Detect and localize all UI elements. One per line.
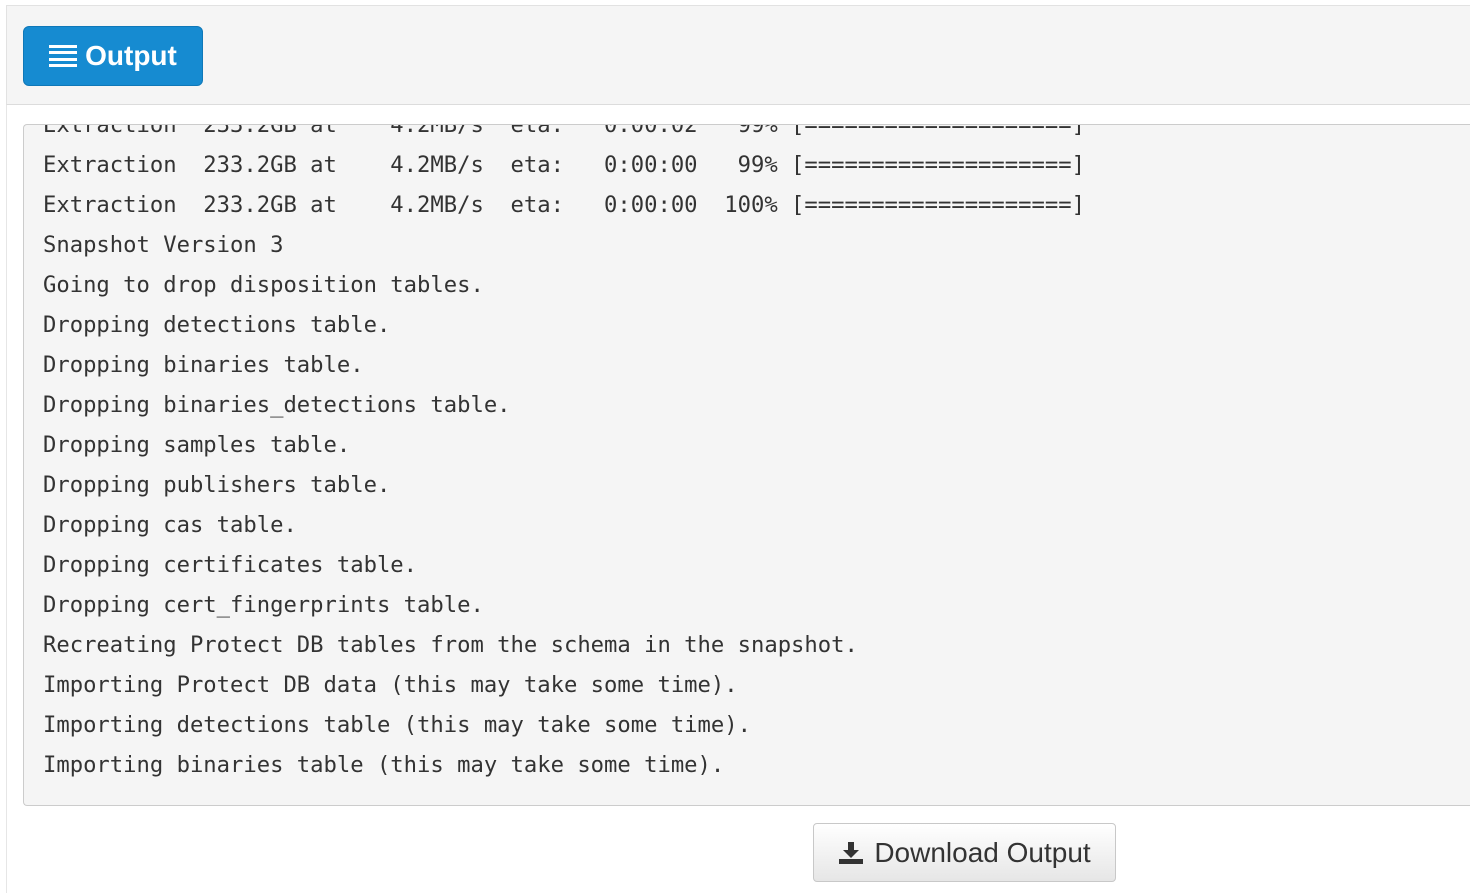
log-line: Extraction 233.2GB at 4.2MB/s eta: 0:00:…: [43, 152, 1085, 178]
output-page: Output Extraction 233.2GB at 4.2MB/s eta…: [0, 0, 1470, 893]
log-line: Going to drop disposition tables.: [43, 272, 484, 298]
log-line: Dropping binaries table.: [43, 352, 364, 378]
log-line: Extraction 233.2GB at 4.2MB/s eta: 0:00:…: [43, 192, 1085, 218]
download-icon: [838, 841, 864, 865]
output-button[interactable]: Output: [23, 26, 203, 86]
log-line: Dropping samples table.: [43, 432, 351, 458]
log-line: Recreating Protect DB tables from the sc…: [43, 632, 858, 658]
log-line: Importing Protect DB data (this may take…: [43, 672, 738, 698]
output-log-lines: Extraction 233.2GB at 4.2MB/s eta: 0:00:…: [43, 124, 1460, 785]
log-line: Dropping publishers table.: [43, 472, 391, 498]
log-line: Dropping cas table.: [43, 512, 297, 538]
panel-header: Output: [6, 5, 1470, 105]
panel-left-border: [6, 105, 7, 893]
download-output-label: Download Output: [874, 836, 1091, 868]
output-button-label: Output: [85, 40, 177, 71]
log-line: Dropping cert_fingerprints table.: [43, 592, 484, 618]
log-line: Dropping certificates table.: [43, 552, 418, 578]
download-output-button[interactable]: Download Output: [813, 823, 1116, 882]
log-line: Importing detections table (this may tak…: [43, 712, 751, 738]
list-icon: [49, 45, 78, 67]
log-line: Importing binaries table (this may take …: [43, 752, 725, 778]
log-line: Dropping binaries_detections table.: [43, 392, 511, 418]
log-line: Dropping detections table.: [43, 312, 391, 338]
log-line: Extraction 233.2GB at 4.2MB/s eta: 0:00:…: [43, 124, 1085, 138]
output-log-panel[interactable]: Extraction 233.2GB at 4.2MB/s eta: 0:00:…: [23, 124, 1470, 806]
log-line: Snapshot Version 3: [43, 232, 284, 258]
